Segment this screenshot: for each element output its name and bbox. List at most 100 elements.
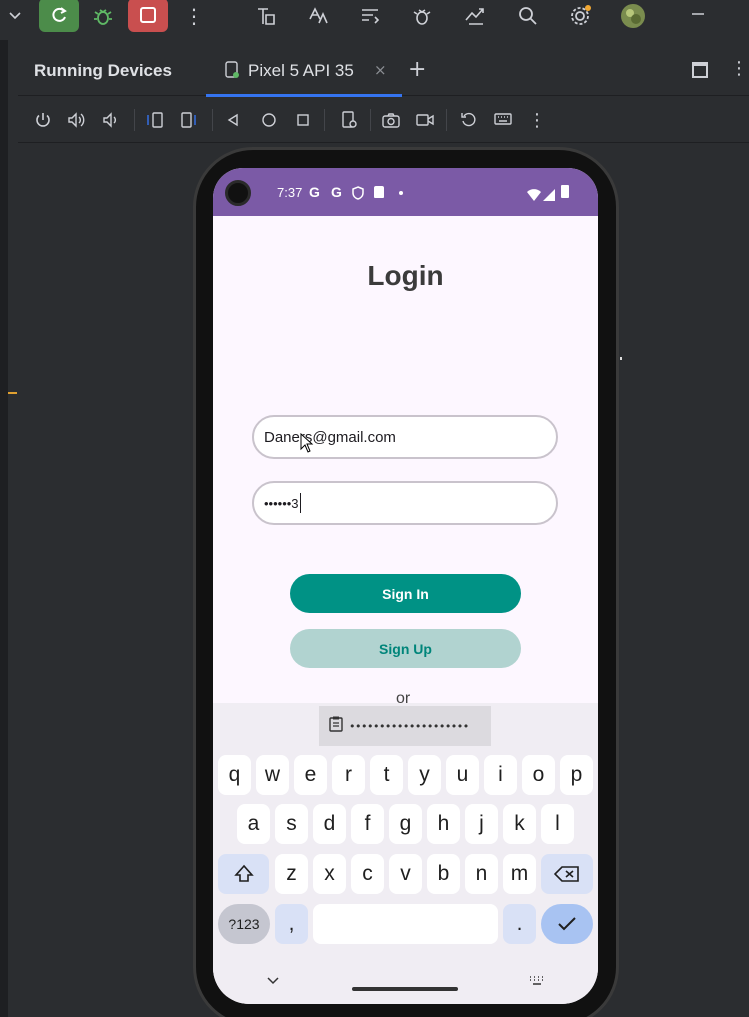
key-o[interactable]: o bbox=[522, 755, 555, 795]
app-inspection-icon[interactable] bbox=[408, 2, 436, 30]
key-label: p bbox=[570, 763, 583, 786]
device-settings-icon[interactable] bbox=[336, 107, 362, 133]
key-h[interactable]: h bbox=[427, 804, 460, 844]
comma-key-label: , bbox=[288, 912, 295, 935]
shield-icon bbox=[352, 185, 364, 204]
minimize-icon[interactable] bbox=[686, 2, 710, 26]
panel-title: Running Devices bbox=[34, 61, 172, 80]
key-label: k bbox=[514, 812, 525, 835]
keyboard-switch-icon[interactable] bbox=[529, 971, 545, 990]
rotate-right-icon[interactable] bbox=[176, 107, 202, 133]
panel-more-icon[interactable]: ⋮ bbox=[730, 58, 748, 79]
volume-down-icon[interactable] bbox=[98, 107, 124, 133]
key-n[interactable]: n bbox=[465, 854, 498, 894]
key-j[interactable]: j bbox=[465, 804, 498, 844]
status-time: 7:37 bbox=[277, 185, 303, 200]
key-u[interactable]: u bbox=[446, 755, 479, 795]
orange-marker bbox=[8, 392, 17, 394]
key-label: x bbox=[324, 862, 335, 885]
back-icon[interactable] bbox=[220, 107, 246, 133]
ide-top-toolbar: ⋮ bbox=[0, 0, 749, 40]
key-s[interactable]: s bbox=[275, 804, 308, 844]
key-q[interactable]: q bbox=[218, 755, 251, 795]
close-tab-icon[interactable]: × bbox=[374, 61, 387, 79]
sync-icon[interactable] bbox=[460, 2, 490, 30]
rotate-left-icon[interactable] bbox=[142, 107, 168, 133]
side-marker bbox=[620, 357, 622, 360]
more-vertical-icon[interactable]: ⋮ bbox=[184, 4, 204, 28]
key-p[interactable]: p bbox=[560, 755, 593, 795]
key-c[interactable]: c bbox=[351, 854, 384, 894]
key-z[interactable]: z bbox=[275, 854, 308, 894]
key-v[interactable]: v bbox=[389, 854, 422, 894]
hide-keyboard-icon[interactable] bbox=[267, 970, 279, 989]
password-value: ••••••3 bbox=[264, 495, 299, 511]
key-label: i bbox=[498, 763, 503, 786]
maximize-icon[interactable] bbox=[692, 62, 708, 78]
power-icon[interactable] bbox=[30, 107, 56, 133]
key-g[interactable]: g bbox=[389, 804, 422, 844]
tab-device[interactable]: Pixel 5 API 35 × bbox=[206, 44, 402, 97]
clipboard-text: •••••••••••••••••••• bbox=[349, 719, 469, 733]
key-k[interactable]: k bbox=[503, 804, 536, 844]
key-i[interactable]: i bbox=[484, 755, 517, 795]
key-label: c bbox=[362, 862, 373, 885]
key-label: z bbox=[286, 862, 297, 885]
add-tab-icon[interactable]: + bbox=[408, 57, 426, 82]
layout-inspector-icon[interactable] bbox=[252, 2, 280, 30]
record-video-icon[interactable] bbox=[412, 107, 438, 133]
key-l[interactable]: l bbox=[541, 804, 574, 844]
keyboard-input-icon[interactable] bbox=[490, 107, 516, 133]
email-value: Daners@gmail.com bbox=[264, 428, 396, 446]
clipboard-suggestion[interactable]: •••••••••••••••••••• bbox=[319, 706, 491, 746]
key-w[interactable]: w bbox=[256, 755, 289, 795]
key-label: u bbox=[456, 763, 469, 786]
translate-icon[interactable] bbox=[304, 2, 332, 30]
key-m[interactable]: m bbox=[503, 854, 536, 894]
key-x[interactable]: x bbox=[313, 854, 346, 894]
volume-up-icon[interactable] bbox=[64, 107, 90, 133]
clipboard-icon bbox=[329, 716, 343, 736]
sign-in-label: Sign In bbox=[382, 585, 429, 602]
reset-rotation-icon[interactable] bbox=[456, 107, 482, 133]
key-r[interactable]: r bbox=[332, 755, 365, 795]
sign-in-button[interactable]: Sign In bbox=[290, 574, 521, 613]
google-icon: G bbox=[309, 184, 320, 200]
debug-icon[interactable] bbox=[88, 4, 118, 28]
email-field[interactable]: Daners@gmail.com bbox=[252, 415, 558, 459]
settings-gear-icon[interactable] bbox=[566, 2, 594, 30]
search-icon[interactable] bbox=[514, 2, 542, 30]
format-icon[interactable] bbox=[356, 2, 384, 30]
home-icon[interactable] bbox=[256, 107, 282, 133]
key-a[interactable]: a bbox=[237, 804, 270, 844]
key-d[interactable]: d bbox=[313, 804, 346, 844]
key-e[interactable]: e bbox=[294, 755, 327, 795]
chevron-down-icon[interactable] bbox=[4, 4, 26, 26]
status-bar: 7:37 G G bbox=[213, 168, 598, 216]
stop-button[interactable] bbox=[128, 0, 168, 32]
text-caret bbox=[299, 493, 301, 513]
period-key-label: . bbox=[516, 912, 523, 935]
sign-up-button[interactable]: Sign Up bbox=[290, 629, 521, 668]
space-key[interactable] bbox=[313, 904, 498, 944]
overview-icon[interactable] bbox=[290, 107, 316, 133]
symbols-key[interactable]: ?123 bbox=[218, 904, 270, 944]
toolbar-more-icon[interactable]: ⋮ bbox=[524, 107, 550, 133]
rerun-button[interactable] bbox=[39, 0, 79, 32]
period-key[interactable]: . bbox=[503, 904, 536, 944]
key-t[interactable]: t bbox=[370, 755, 403, 795]
comma-key[interactable]: , bbox=[275, 904, 308, 944]
key-y[interactable]: y bbox=[408, 755, 441, 795]
gesture-nav-handle[interactable] bbox=[352, 987, 458, 991]
backspace-key[interactable] bbox=[541, 854, 593, 894]
screenshot-camera-icon[interactable] bbox=[378, 107, 404, 133]
avatar[interactable] bbox=[619, 2, 647, 30]
key-f[interactable]: f bbox=[351, 804, 384, 844]
key-label: w bbox=[264, 763, 281, 786]
key-label: n bbox=[475, 862, 488, 885]
password-field[interactable]: ••••••3 bbox=[252, 481, 558, 525]
key-b[interactable]: b bbox=[427, 854, 460, 894]
shift-key[interactable] bbox=[218, 854, 269, 894]
key-label: m bbox=[510, 862, 529, 885]
done-key[interactable] bbox=[541, 904, 593, 944]
